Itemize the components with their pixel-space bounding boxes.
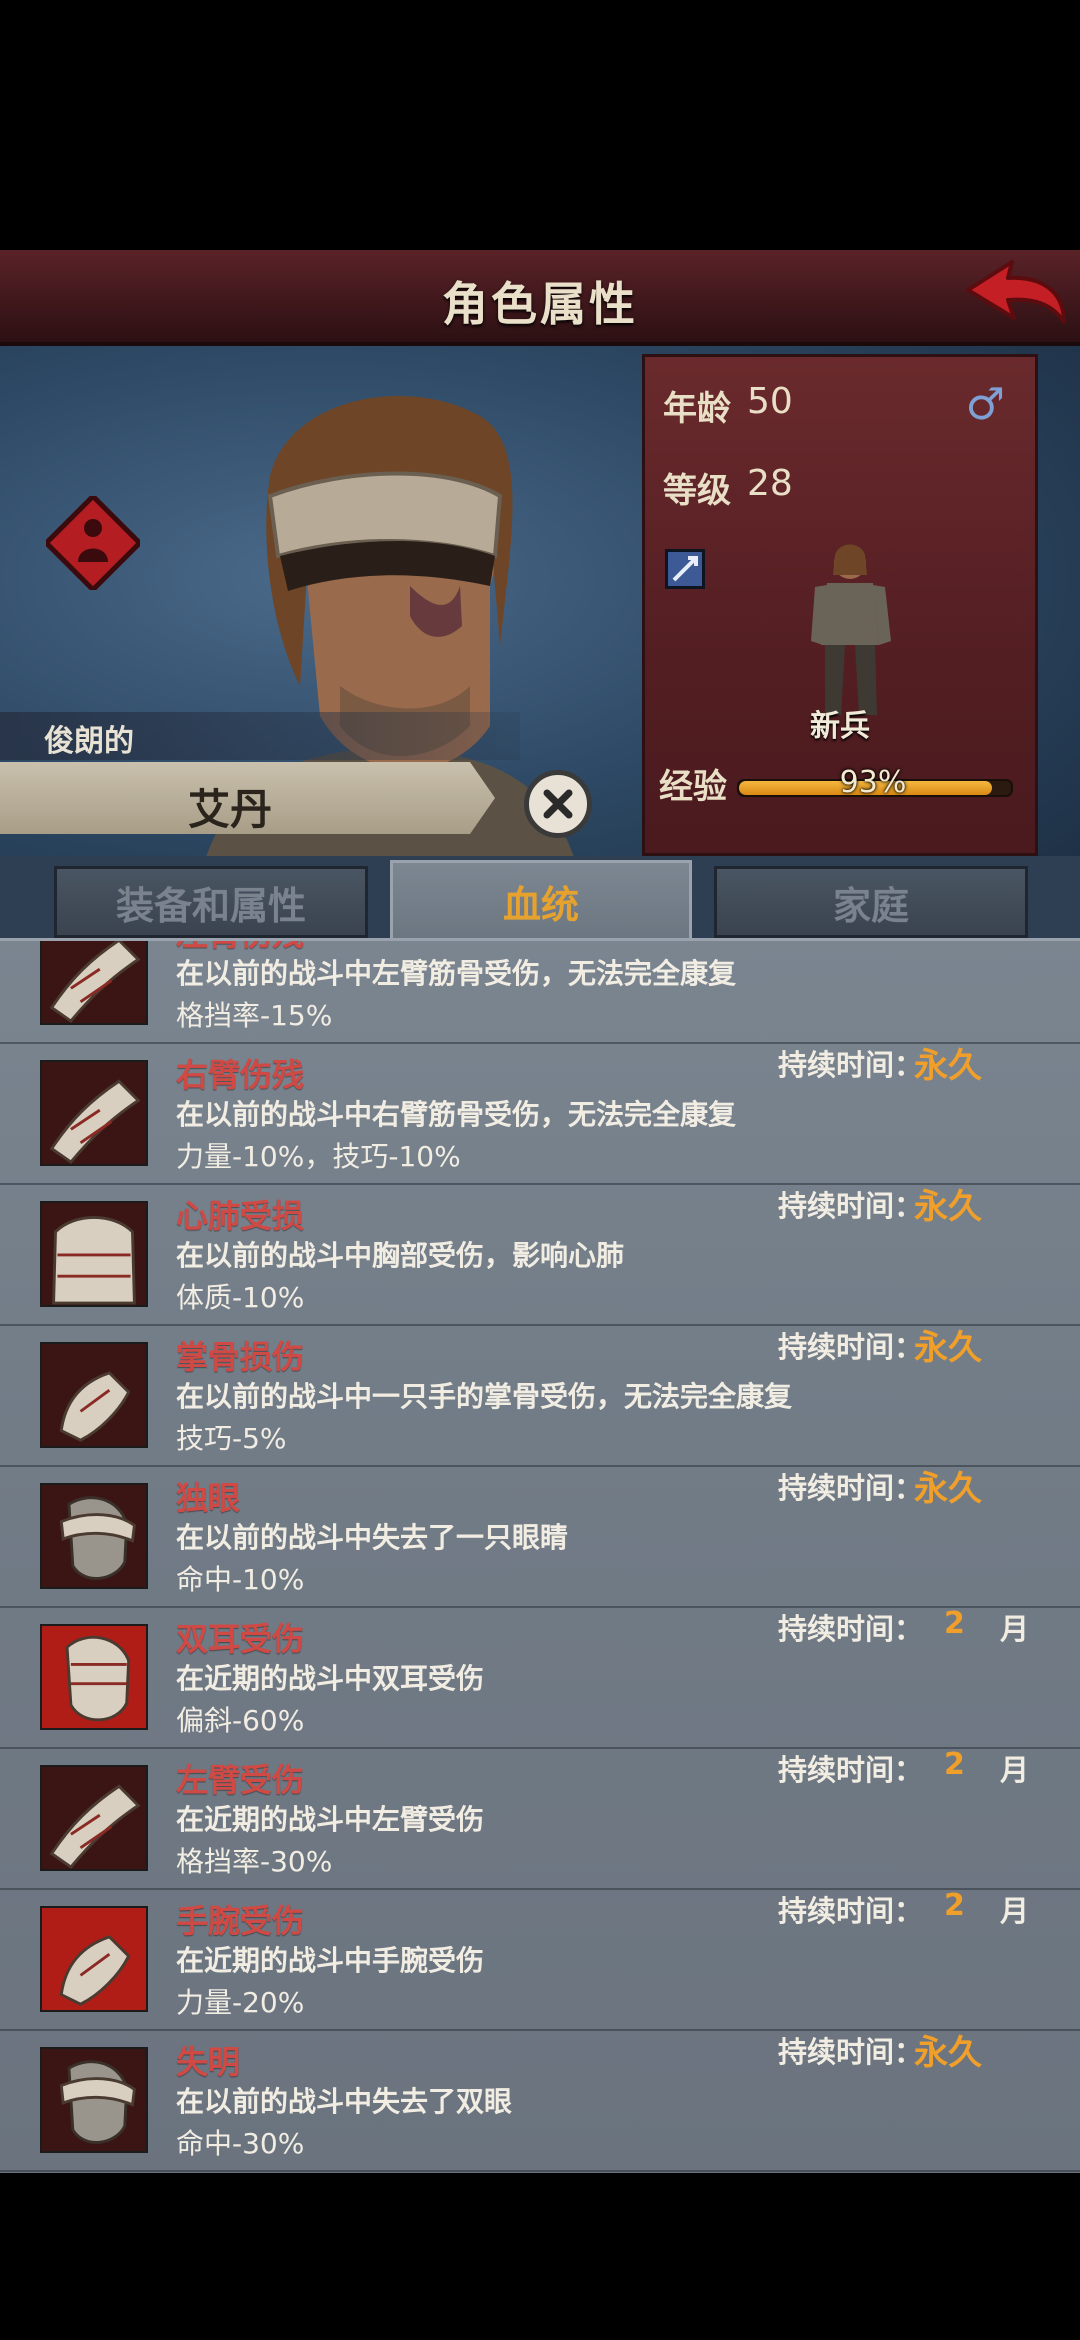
eye-bandage-icon (40, 1483, 148, 1589)
injury-name: 掌骨损伤 (176, 1338, 305, 1376)
injury-effect: 格挡率-15% (176, 999, 333, 1032)
injury-description: 在以前的战斗中左臂筋骨受伤，无法完全康复 (176, 957, 737, 990)
hero-name: 艾丹 (187, 785, 272, 834)
injury-name: 双耳受伤 (176, 1620, 305, 1658)
duration-number: 2 (944, 1606, 965, 1641)
list-item[interactable]: 掌骨损伤在以前的战斗中一只手的掌骨受伤，无法完全康复 技巧-5% 持续时间： 永久 (0, 1324, 1080, 1467)
close-icon (543, 789, 573, 819)
rank-label: 新兵 (810, 709, 870, 744)
injury-description: 在以前的战斗中一只手的掌骨受伤，无法完全康复 (176, 1380, 793, 1413)
duration-value: 永久 (914, 1046, 982, 1086)
age-label: 年龄 (663, 389, 731, 429)
hero-portrait (190, 396, 590, 926)
page-title: 角色属性 (442, 277, 638, 331)
hand-bandage-icon (40, 1906, 148, 2012)
duration-label: 持续时间： (778, 1189, 924, 1223)
eye-bandage-icon (40, 2047, 148, 2153)
injury-name: 独眼 (176, 1479, 241, 1517)
injury-description: 在以前的战斗中右臂筋骨受伤，无法完全康复 (176, 1098, 737, 1131)
arm-bandage-icon (40, 1060, 148, 1166)
injury-effect: 格挡率-30% (176, 1845, 333, 1878)
arm-bandage-icon (40, 1765, 148, 1871)
header-bar: 角色属性 (0, 250, 1080, 346)
male-icon: ♂ (965, 379, 1005, 430)
duration-number: 2 (944, 1888, 965, 1923)
injury-effect: 命中-10% (176, 1563, 305, 1596)
injury-effect: 偏斜-60% (176, 1704, 305, 1737)
duration-label: 持续时间： (778, 2035, 924, 2069)
hero-trait: 俊朗的 (44, 724, 134, 759)
injury-description: 在以前的战斗中胸部受伤，影响心肺 (176, 1239, 625, 1272)
duration-unit: 月 (1000, 1894, 1030, 1928)
injury-description: 在以前的战斗中失去了双眼 (176, 2085, 513, 2118)
hand-bandage-icon (40, 1342, 148, 1448)
injury-name: 失明 (176, 2043, 241, 2081)
list-item[interactable]: 右臂伤残在以前的战斗中右臂筋骨受伤，无法完全康复 力量-10%，技巧-10% 持续时… (0, 1042, 1080, 1185)
duration-unit: 月 (1000, 1753, 1030, 1787)
stat-panel: 年龄 50 ♂ 等级 28 新兵 经验 93% (642, 354, 1038, 856)
injury-description: 在以前的战斗中失去了一只眼睛 (176, 1521, 569, 1554)
duration-label: 持续时间： (778, 1894, 924, 1928)
head-bandage-icon (40, 1624, 148, 1730)
injury-name: 心肺受损 (176, 1197, 305, 1235)
xp-label: 经验 (659, 767, 727, 807)
duration-value: 永久 (914, 1328, 982, 1368)
tab-bar: 装备和属性 血统 家庭 (0, 856, 1080, 940)
list-item[interactable]: 手腕受伤在近期的战斗中手腕受伤 力量-20% 持续时间： 2 月 (0, 1888, 1080, 2031)
list-item[interactable]: 双耳受伤在近期的战斗中双耳受伤 偏斜-60% 持续时间： 2 月 (0, 1606, 1080, 1749)
duration-label: 持续时间： (778, 1330, 924, 1364)
duration-unit: 月 (1000, 1612, 1030, 1646)
tab-family[interactable]: 家庭 (714, 866, 1028, 938)
chest-bandage-icon (40, 1201, 148, 1307)
duration-value: 永久 (914, 2033, 982, 2073)
tab-equipment[interactable]: 装备和属性 (54, 866, 368, 938)
list-item[interactable]: 失明在以前的战斗中失去了双眼 命中-30% 持续时间： 永久 (0, 2029, 1080, 2172)
injury-effect: 体质-10% (176, 1281, 305, 1314)
injury-description: 在近期的战斗中左臂受伤 (176, 1803, 485, 1836)
injury-description: 在近期的战斗中手腕受伤 (176, 1944, 485, 1977)
duration-label: 持续时间： (778, 1612, 924, 1646)
arm-bandage-icon (40, 941, 148, 1025)
injury-effect: 技巧-5% (176, 1422, 287, 1455)
dismiss-button[interactable] (524, 770, 592, 838)
injury-effect: 命中-30% (176, 2127, 305, 2160)
duration-label: 持续时间： (778, 1753, 924, 1787)
duration-value: 永久 (914, 941, 982, 946)
list-item[interactable]: 左臂受伤在近期的战斗中左臂受伤 格挡率-30% 持续时间： 2 月 (0, 1747, 1080, 1890)
injury-name: 右臂伤残 (176, 1056, 305, 1094)
list-item[interactable]: 心肺受损在以前的战斗中胸部受伤，影响心肺 体质-10% 持续时间： 永久 (0, 1183, 1080, 1326)
level-label: 等级 (663, 471, 731, 511)
duration-label: 持续时间： (778, 1048, 924, 1082)
duration-number: 2 (944, 1747, 965, 1782)
duration-label: 持续时间： (778, 941, 923, 943)
injury-list[interactable]: 左臂伤残在以前的战斗中左臂筋骨受伤，无法完全康复格挡率-15%持续时间：永久右臂… (0, 938, 1080, 2173)
injury-name: 左臂受伤 (176, 1761, 305, 1799)
duration-value: 永久 (914, 1469, 982, 1509)
xp-percent: 93% (839, 765, 907, 800)
class-badge-icon (46, 496, 140, 590)
age-value: 50 (747, 381, 793, 422)
injury-description: 在近期的战斗中双耳受伤 (176, 1662, 485, 1695)
duration-label: 持续时间： (778, 1471, 924, 1505)
list-item[interactable]: 独眼在以前的战斗中失去了一只眼睛 命中-10% 持续时间： 永久 (0, 1465, 1080, 1608)
sword-skill-icon[interactable] (665, 549, 705, 589)
level-value: 28 (747, 463, 793, 504)
list-item[interactable]: 左臂伤残在以前的战斗中左臂筋骨受伤，无法完全康复格挡率-15%持续时间：永久 (0, 941, 1080, 1044)
injury-effect: 力量-10%，技巧-10% (176, 1140, 461, 1173)
injury-name: 手腕受伤 (176, 1902, 305, 1940)
injury-effect: 力量-20% (176, 1986, 305, 2019)
tab-bloodline[interactable]: 血统 (390, 860, 692, 940)
back-arrow-icon[interactable] (960, 256, 1070, 336)
duration-value: 永久 (914, 1187, 982, 1227)
